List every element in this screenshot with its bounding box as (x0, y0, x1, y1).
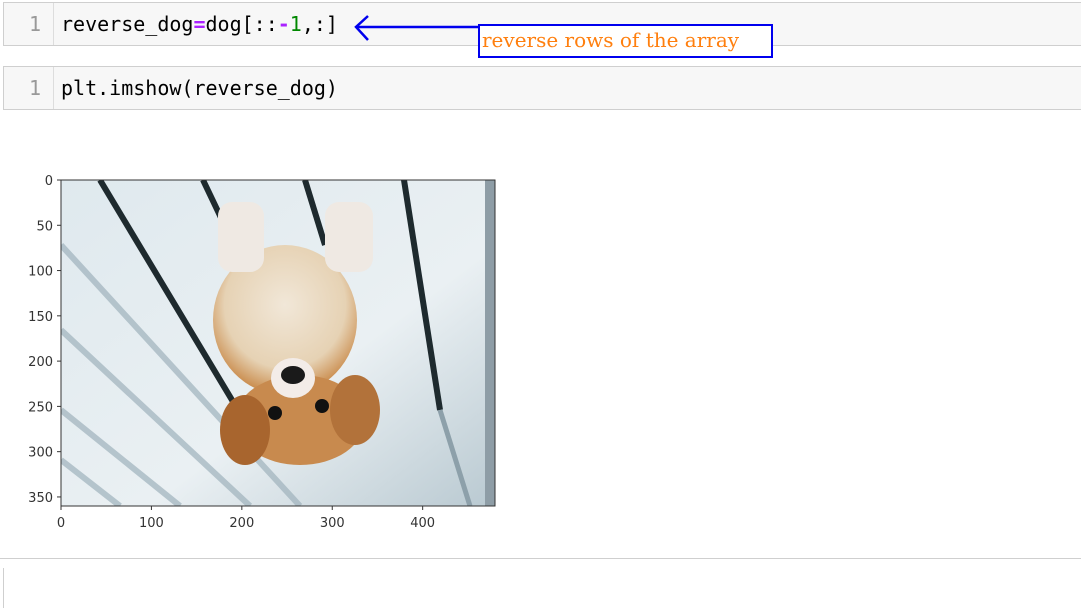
imshow-plot: 0 100 200 300 400 0 50 100 150 200 250 300 350 (28, 174, 496, 531)
y-tick-label: 250 (28, 400, 53, 415)
x-tick-label: 400 (410, 516, 435, 531)
y-tick-label: 150 (28, 310, 53, 325)
y-tick-label: 300 (28, 446, 53, 461)
x-axis: 0 100 200 300 400 (57, 506, 435, 531)
x-tick-label: 0 (57, 516, 65, 531)
y-tick-label: 350 (28, 491, 53, 506)
x-tick-label: 300 (320, 516, 345, 531)
empty-cell[interactable] (3, 568, 1081, 608)
y-axis: 0 50 100 150 200 250 300 350 (28, 174, 61, 506)
y-tick-label: 200 (28, 355, 53, 370)
line-number: 1 (4, 67, 54, 109)
annotation-box: reverse rows of the array (478, 24, 773, 58)
code-line[interactable]: plt.imshow(reverse_dog) (61, 67, 338, 109)
y-tick-label: 50 (36, 219, 53, 234)
y-tick-label: 100 (28, 265, 53, 280)
annotation-text: reverse rows of the array (482, 28, 740, 52)
x-tick-label: 100 (139, 516, 164, 531)
y-tick-label: 0 (45, 174, 53, 189)
x-tick-label: 200 (229, 516, 254, 531)
code-cell-2[interactable]: 1 plt.imshow(reverse_dog) (3, 66, 1081, 110)
dog-image (61, 180, 495, 506)
cell-divider (0, 558, 1081, 559)
